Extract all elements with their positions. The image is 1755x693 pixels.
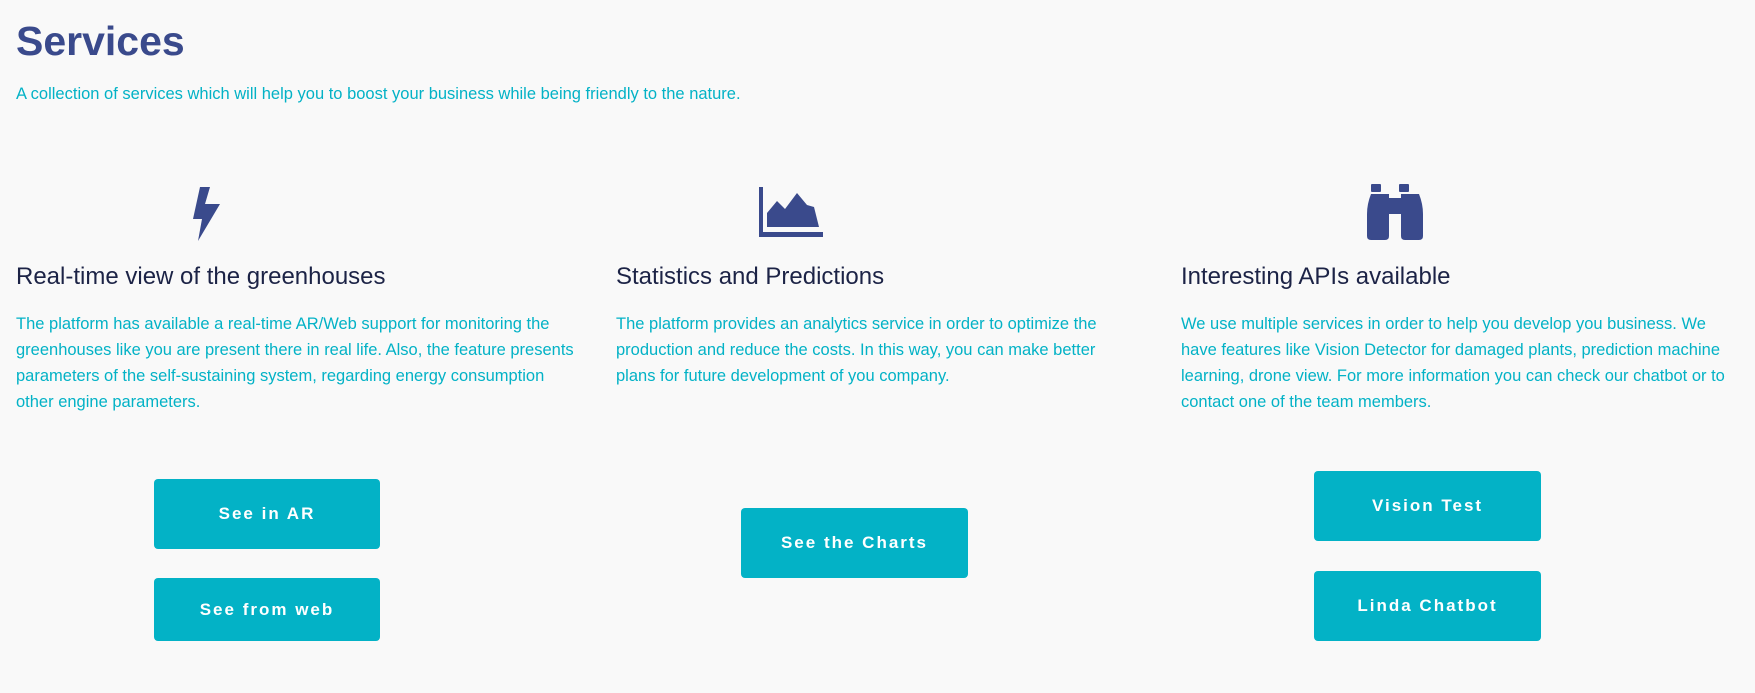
page-title: Services [16,18,185,64]
service-text-statistics: The platform provides an analytics servi… [616,315,1097,385]
area-chart-icon [759,187,823,237]
page-subtitle: A collection of services which will help… [16,85,741,103]
vision-test-button[interactable]: Vision Test [1314,471,1541,541]
lightning-bolt-icon [190,187,222,241]
service-text-apis: We use multiple services in order to hel… [1181,315,1725,411]
binoculars-icon [1367,184,1423,240]
linda-chatbot-button[interactable]: Linda Chatbot [1314,571,1541,641]
service-title-statistics: Statistics and Predictions [616,263,885,290]
service-text-realtime: The platform has available a real-time A… [16,315,574,411]
see-the-charts-button[interactable]: See the Charts [741,508,968,578]
service-title-realtime: Real-time view of the greenhouses [16,263,386,290]
see-in-ar-button[interactable]: See in AR [154,479,380,549]
see-from-web-button[interactable]: See from web [154,578,380,641]
services-section: Services A collection of services which … [0,0,1755,693]
service-title-apis: Interesting APIs available [1181,263,1451,290]
